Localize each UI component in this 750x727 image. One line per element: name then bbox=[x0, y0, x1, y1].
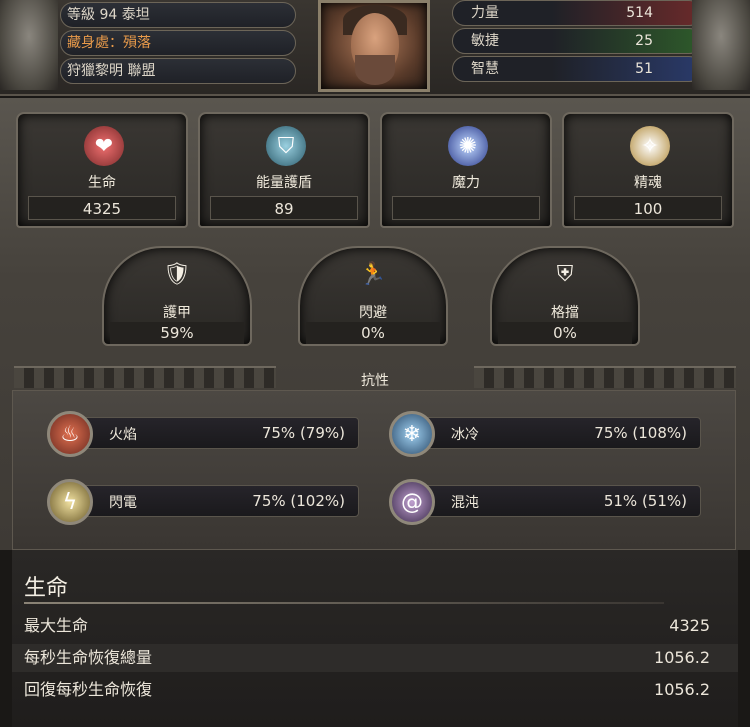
defence-label: 護甲 bbox=[163, 305, 191, 321]
cold-icon: ❄ bbox=[389, 411, 435, 457]
mana-icon: ✺ bbox=[448, 126, 488, 166]
details-row: 回復每秒生命恢復 1056.2 bbox=[12, 676, 738, 704]
details-divider bbox=[24, 602, 664, 604]
spirit-icon: ✧ bbox=[630, 126, 670, 166]
attribute-value: 25 bbox=[635, 33, 653, 49]
resistance-value: 75% (108%) bbox=[594, 424, 687, 442]
stat-box-spirit[interactable]: ✧ 精魂 100 bbox=[562, 112, 734, 228]
details-key: 回復每秒生命恢復 bbox=[24, 680, 153, 699]
armour-icon: 🛡 bbox=[163, 261, 191, 287]
resistance-label: 閃電 bbox=[109, 495, 137, 511]
resistance-label: 火焰 bbox=[109, 427, 137, 443]
defence-value: 0% bbox=[306, 322, 440, 344]
stat-box-life[interactable]: ❤ 生命 4325 bbox=[16, 112, 188, 228]
league-line: 狩獵黎明 聯盟 bbox=[60, 58, 296, 84]
level-class-line: 等級 94 泰坦 bbox=[60, 2, 296, 28]
resistance-lightning[interactable]: ϟ 閃電 75% (102%) bbox=[47, 479, 359, 525]
stat-value: 100 bbox=[574, 196, 722, 220]
stat-value bbox=[392, 196, 540, 220]
defence-label: 格擋 bbox=[551, 305, 579, 321]
lightning-icon: ϟ bbox=[47, 479, 93, 525]
details-value: 1056.2 bbox=[654, 680, 710, 699]
resistance-value: 51% (51%) bbox=[603, 492, 687, 510]
attribute-strength: 力量 514 bbox=[452, 0, 702, 26]
statue-left-decoration bbox=[0, 0, 58, 90]
details-value: 4325 bbox=[669, 616, 710, 635]
resistance-cold[interactable]: ❄ 冰冷 75% (108%) bbox=[389, 411, 701, 457]
resistance-label: 冰冷 bbox=[451, 427, 479, 443]
resistance-value: 75% (102%) bbox=[252, 492, 345, 510]
character-portrait[interactable] bbox=[318, 0, 430, 92]
portrait-beard bbox=[355, 55, 395, 85]
details-key: 最大生命 bbox=[24, 616, 89, 635]
attribute-dexterity: 敏捷 25 bbox=[452, 28, 702, 54]
resistance-chaos[interactable]: @ 混沌 51% (51%) bbox=[389, 479, 701, 525]
defence-label: 閃避 bbox=[359, 305, 387, 321]
stats-panel: ❤ 生命 4325 ⛉ 能量護盾 89 ✺ 魔力 ✧ 精魂 100 🛡 護甲 5… bbox=[0, 98, 750, 550]
evasion-icon: 🏃 bbox=[359, 261, 387, 287]
character-header: 等級 94 泰坦 藏身處：殞落 狩獵黎明 聯盟 力量 514 敏捷 25 智慧 … bbox=[0, 0, 750, 96]
defence-box-evasion[interactable]: 🏃 閃避 0% bbox=[298, 246, 448, 346]
details-row: 每秒生命恢復總量 1056.2 bbox=[12, 644, 738, 672]
attribute-label: 智慧 bbox=[471, 61, 499, 77]
defence-box-block[interactable]: ⛨ 格擋 0% bbox=[490, 246, 640, 346]
stat-label: 生命 bbox=[88, 175, 116, 191]
attribute-intelligence: 智慧 51 bbox=[452, 56, 702, 82]
attribute-label: 敏捷 bbox=[471, 33, 499, 49]
resistance-fire[interactable]: ♨ 火焰 75% (79%) bbox=[47, 411, 359, 457]
defence-box-armour[interactable]: 🛡 護甲 59% bbox=[102, 246, 252, 346]
stash-line: 藏身處：殞落 bbox=[60, 30, 296, 56]
defence-value: 0% bbox=[498, 322, 632, 344]
stat-value: 4325 bbox=[28, 196, 176, 220]
stat-box-mana[interactable]: ✺ 魔力 bbox=[380, 112, 552, 228]
stat-label: 能量護盾 bbox=[256, 175, 312, 191]
resistance-label: 混沌 bbox=[451, 495, 479, 511]
energy-shield-icon: ⛉ bbox=[266, 126, 306, 166]
frieze-right-decoration bbox=[474, 366, 736, 388]
chaos-icon: @ bbox=[389, 479, 435, 525]
life-details-panel: 生命 最大生命 4325 每秒生命恢復總量 1056.2 回復每秒生命恢復 10… bbox=[12, 550, 738, 727]
heart-icon: ❤ bbox=[84, 126, 124, 166]
stat-label: 魔力 bbox=[452, 175, 480, 191]
stat-label: 精魂 bbox=[634, 175, 662, 191]
details-row: 最大生命 4325 bbox=[12, 612, 738, 640]
resistance-value: 75% (79%) bbox=[261, 424, 345, 442]
attribute-value: 51 bbox=[635, 61, 653, 77]
attribute-label: 力量 bbox=[471, 5, 499, 21]
statue-right-decoration bbox=[692, 0, 750, 90]
fire-icon: ♨ bbox=[47, 411, 93, 457]
resistances-area: ♨ 火焰 75% (79%) ❄ 冰冷 75% (108%) ϟ 閃電 75% … bbox=[12, 390, 736, 550]
defence-value: 59% bbox=[110, 322, 244, 344]
attribute-value: 514 bbox=[626, 5, 653, 21]
block-shield-icon: ⛨ bbox=[556, 261, 574, 287]
details-value: 1056.2 bbox=[654, 648, 710, 667]
stat-value: 89 bbox=[210, 196, 358, 220]
frieze-left-decoration bbox=[14, 366, 276, 388]
details-title: 生命 bbox=[24, 576, 69, 601]
details-key: 每秒生命恢復總量 bbox=[24, 648, 153, 667]
stat-box-energy-shield[interactable]: ⛉ 能量護盾 89 bbox=[198, 112, 370, 228]
